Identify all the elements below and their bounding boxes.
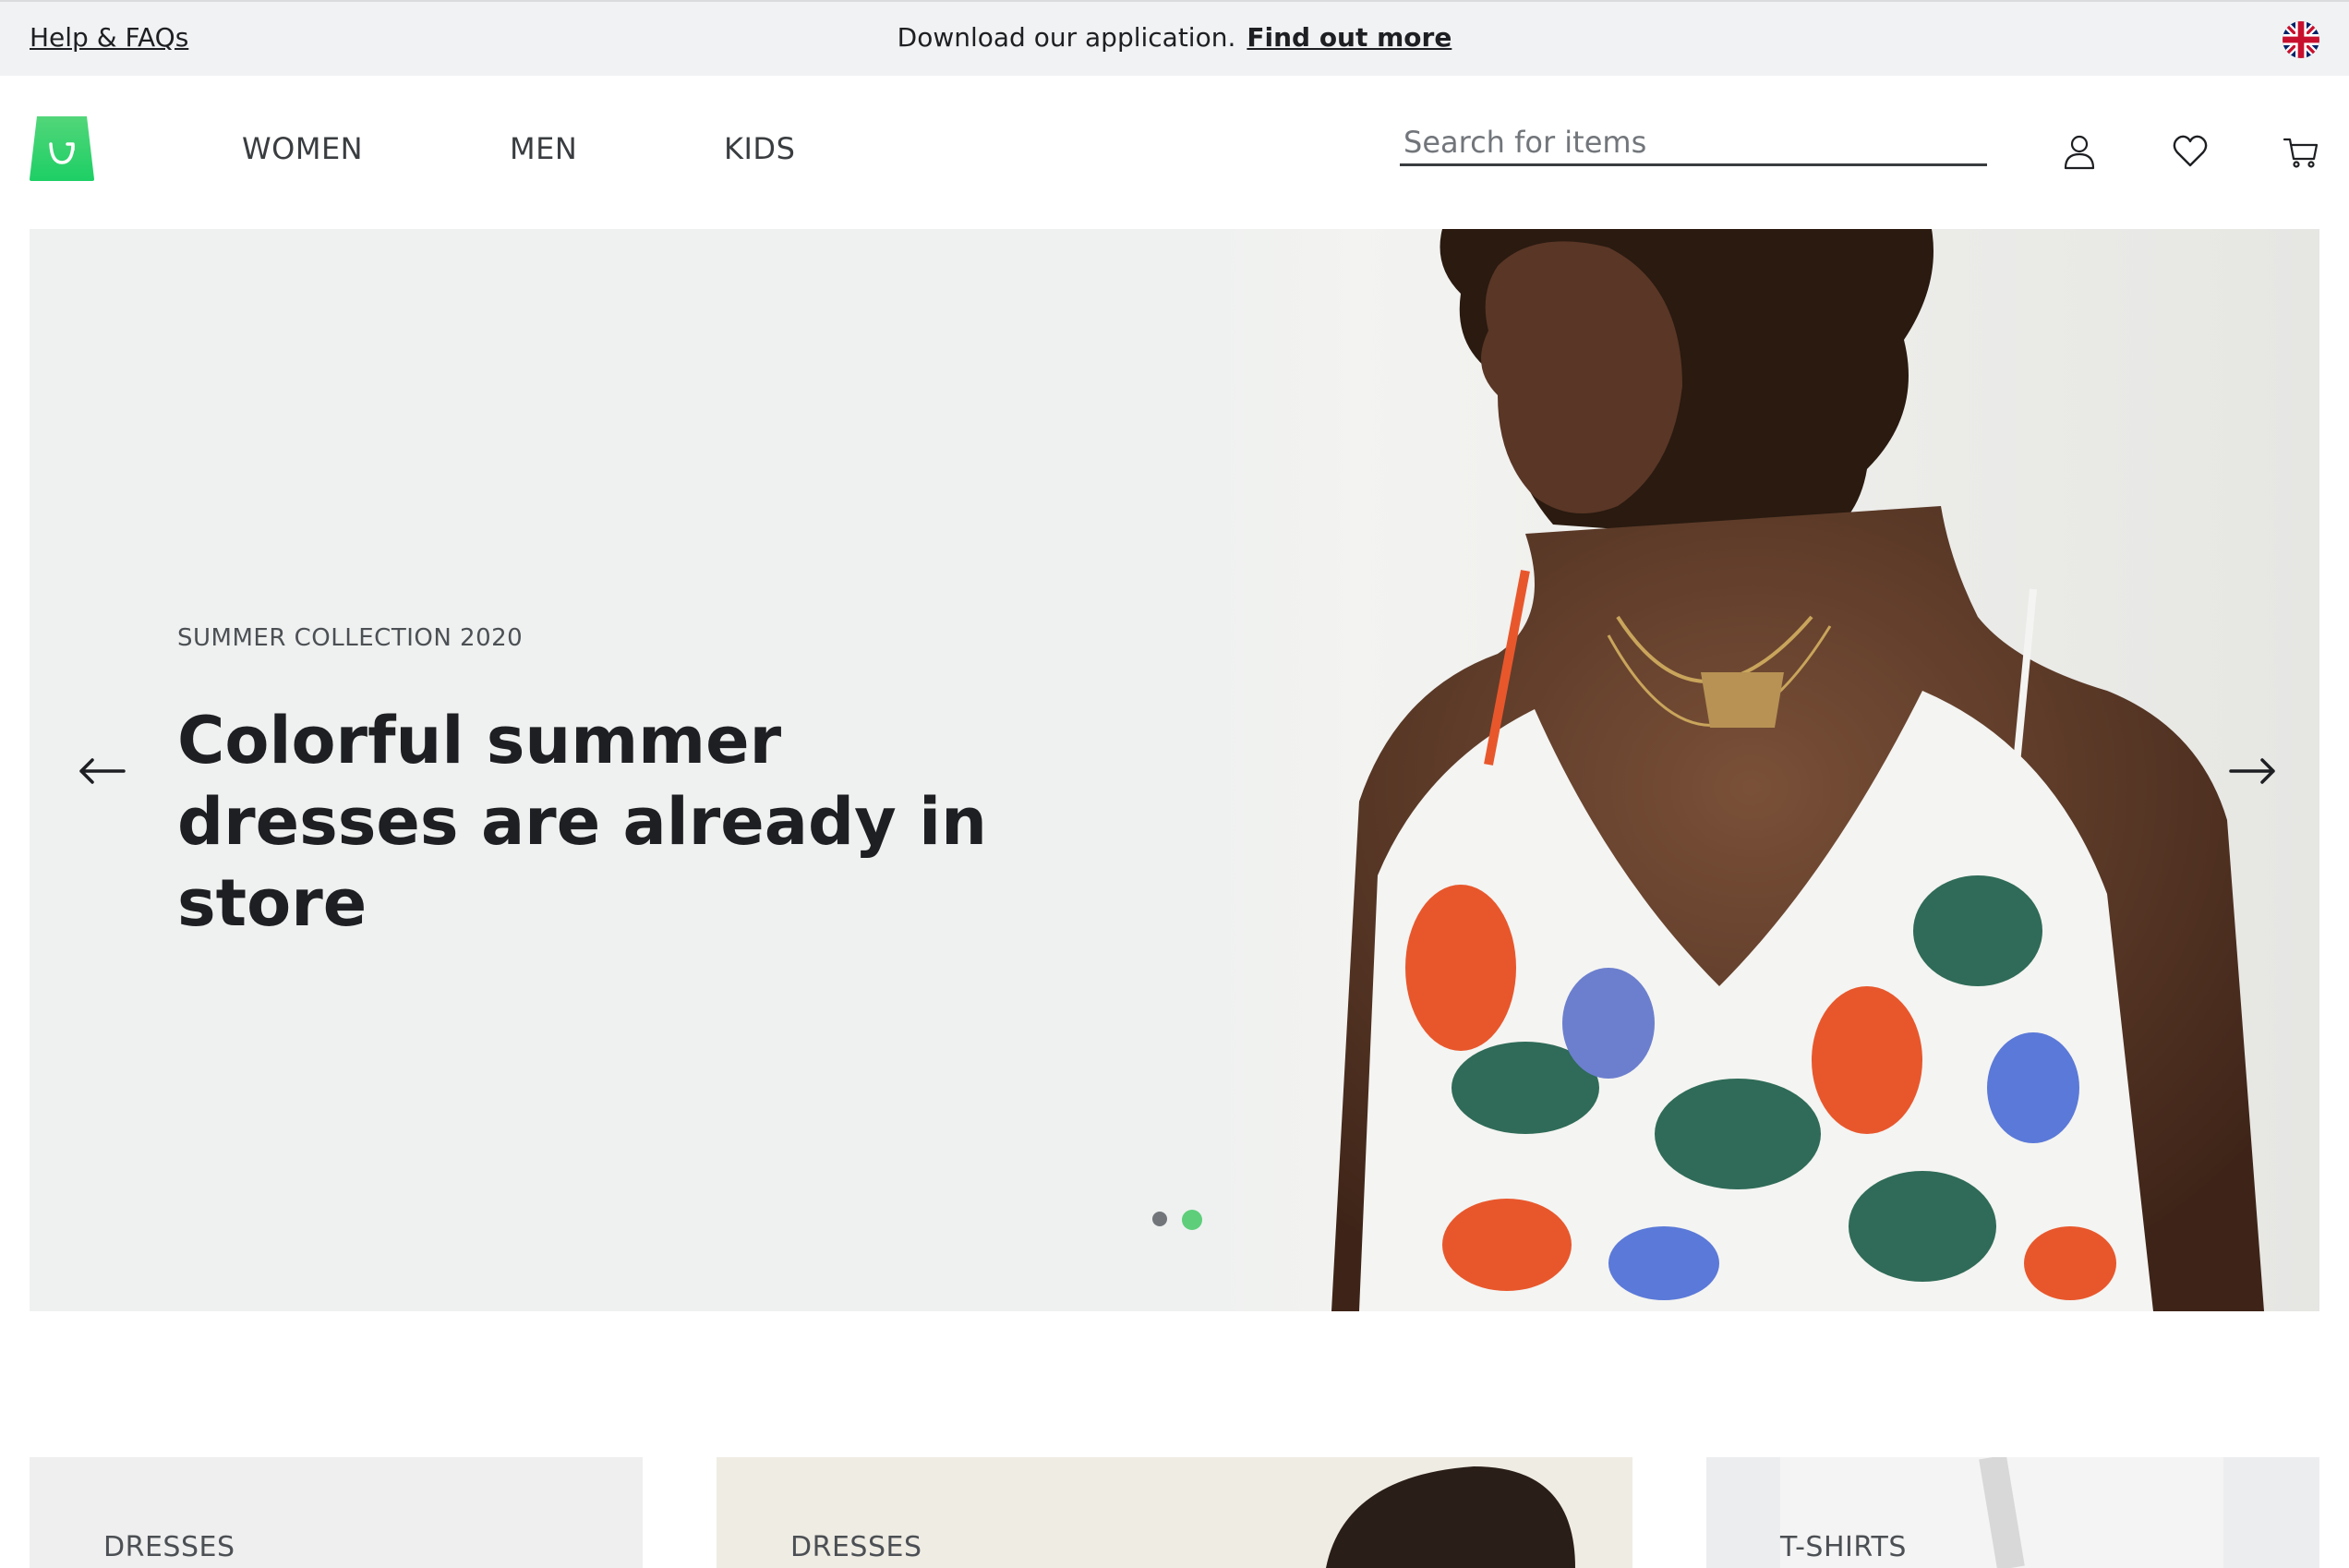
arrow-right-icon[interactable]: [2227, 746, 2277, 796]
app-promo: Download our application. Find out more: [0, 22, 2349, 53]
category-card-dresses[interactable]: DRESSES: [30, 1457, 643, 1568]
hero-eyebrow: SUMMER COLLECTION 2020: [177, 624, 524, 652]
hero-banner: SUMMER COLLECTION 2020 Colorful summer d…: [30, 229, 2319, 1311]
arrow-left-icon[interactable]: [78, 746, 127, 796]
search-input[interactable]: [1400, 120, 1987, 163]
wishlist-heart-icon[interactable]: [2172, 133, 2209, 170]
hero-title: Colorful summer dresses are already in s…: [177, 703, 987, 941]
nav-men[interactable]: MEN: [510, 131, 577, 166]
account-icon[interactable]: [2061, 133, 2098, 170]
hero-image: [1221, 229, 2319, 1311]
nav-women[interactable]: WOMEN: [242, 131, 363, 166]
category-card-dresses-2[interactable]: DRESSES: [717, 1457, 1632, 1568]
shopping-bag-logo-icon[interactable]: [30, 116, 94, 181]
find-out-more-link[interactable]: Find out more: [1247, 22, 1452, 53]
uk-flag-icon[interactable]: [2283, 21, 2319, 58]
promo-text: Download our application.: [897, 22, 1236, 53]
carousel-dot-1[interactable]: [1152, 1212, 1167, 1226]
top-announcement-bar: Help & FAQs Download our application. Fin…: [0, 0, 2349, 76]
site-header: WOMEN MEN KIDS: [0, 76, 2349, 229]
category-card-t-shirts[interactable]: T-SHIRTS: [1706, 1457, 2319, 1568]
cart-icon[interactable]: [2283, 133, 2319, 170]
carousel-dot-2-active[interactable]: [1182, 1210, 1202, 1230]
search-box: [1400, 120, 1987, 166]
nav-kids[interactable]: KIDS: [724, 131, 795, 166]
